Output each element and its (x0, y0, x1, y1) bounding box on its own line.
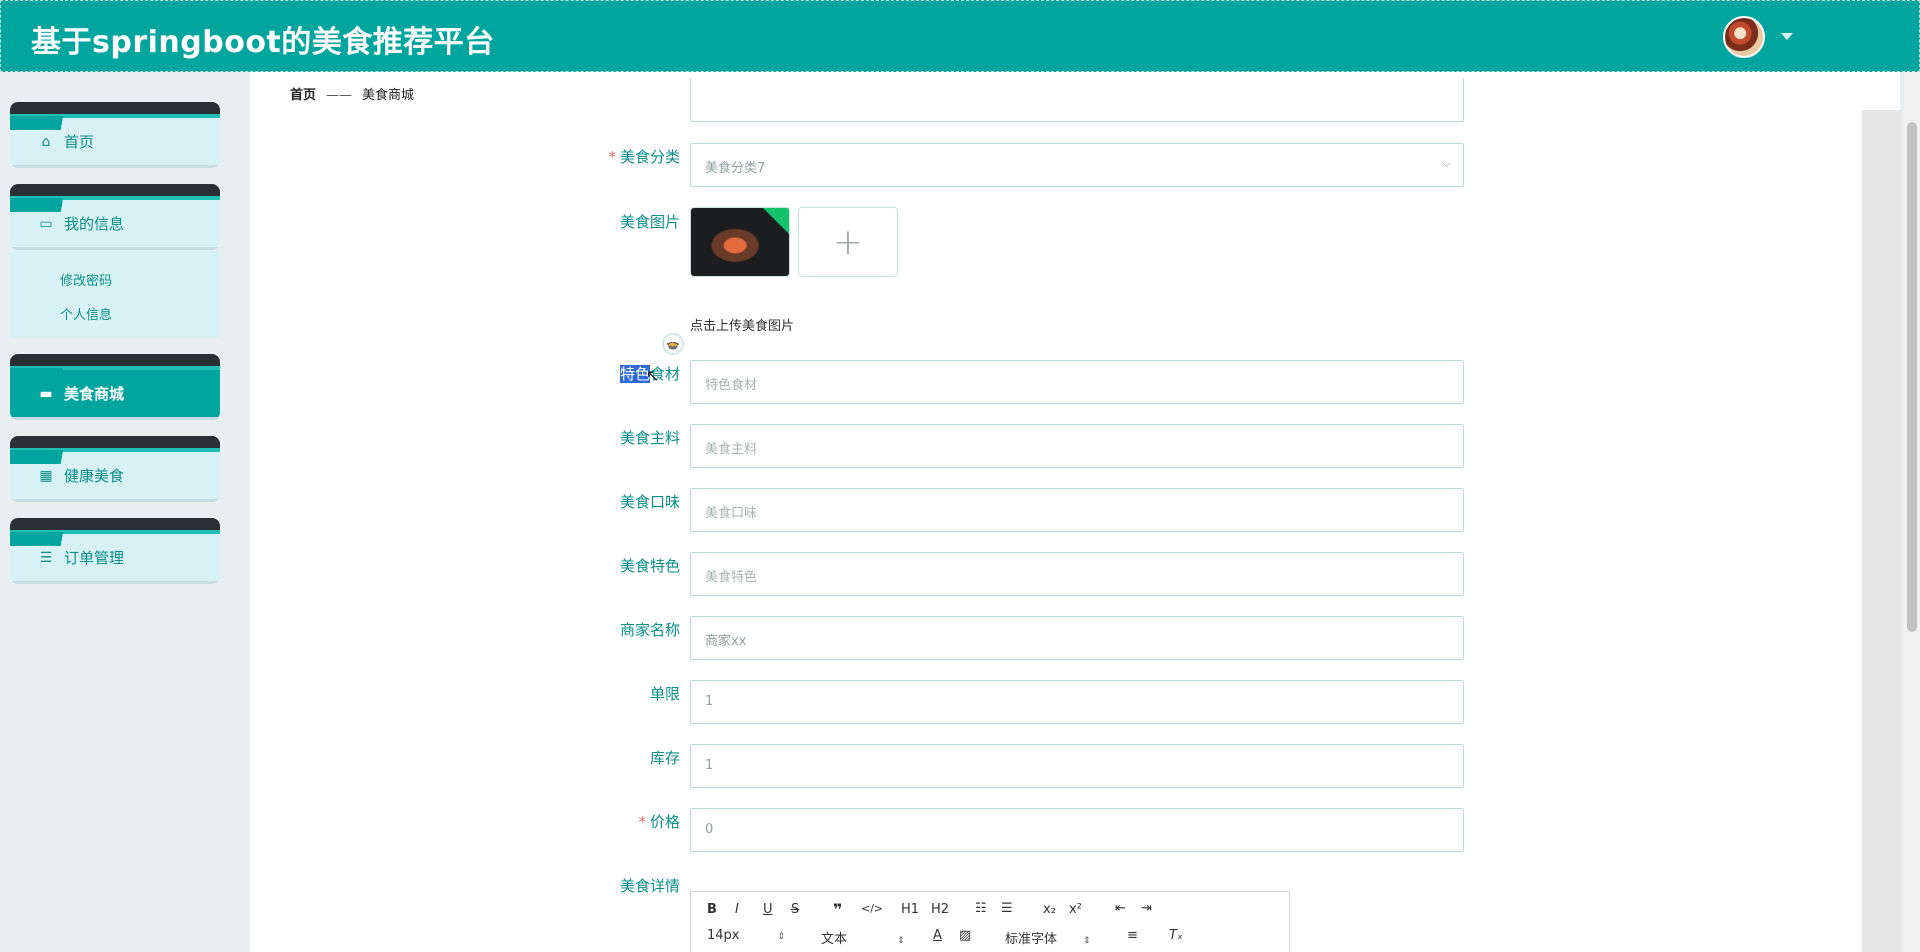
subscript-icon[interactable]: x₂ (1043, 902, 1056, 917)
user-avatar[interactable] (1723, 16, 1765, 58)
sidebar-item-healthy-food[interactable]: ▦ 健康美食 (10, 436, 220, 502)
home-icon: ⌂ (41, 133, 51, 150)
sidebar-item-label: 美食商城 (64, 385, 125, 403)
app-title: 基于springboot的美食推荐平台 (31, 25, 495, 60)
breadcrumb: 首页 —— 美食商城 (290, 84, 414, 103)
image-label: 美食图片 (619, 213, 680, 231)
breadcrumb-separator: —— (326, 88, 353, 103)
chevron-down-icon: ⌵ (1441, 156, 1451, 170)
monitor-icon: ▬ (39, 385, 53, 402)
upload-hint: 点击上传美食图片 (690, 319, 795, 334)
superscript-icon[interactable]: x² (1069, 902, 1082, 917)
h1-button[interactable]: H1 (901, 902, 919, 917)
h2-button[interactable]: H2 (931, 902, 949, 917)
sidebar: ⌂ 首页 ▭ 我的信息 (0, 72, 230, 952)
submenu-my-info: 修改密码 个人信息 (10, 250, 220, 338)
text-type-select[interactable]: 文本 ⇕ (821, 928, 905, 947)
top-header: 基于springboot的美食推荐平台 (0, 0, 1920, 72)
taste-input[interactable]: 美食口味 (690, 488, 1464, 532)
italic-button[interactable]: I (735, 902, 739, 917)
ingredient-label: 特色食材 (619, 365, 680, 383)
stock-input[interactable]: 1 (690, 744, 1464, 788)
sidebar-item-label: 订单管理 (64, 549, 125, 567)
list-icon: ☰ (39, 549, 53, 566)
price-label: * 价格 (638, 813, 680, 831)
mouse-cursor-icon: ↖ (646, 366, 660, 385)
category-select[interactable]: 美食分类7 ⌵ (690, 143, 1464, 187)
sidebar-item-label: 我的信息 (64, 215, 125, 233)
food-bowl-icon[interactable]: 🍲 (662, 333, 684, 355)
submenu-item-profile[interactable]: 个人信息 (60, 304, 112, 323)
page-scrollbar[interactable] (1904, 72, 1920, 952)
font-color-icon[interactable]: A (933, 928, 942, 943)
content-edge (1862, 110, 1902, 952)
plus-icon: + (832, 221, 864, 263)
card-icon: ▭ (39, 215, 53, 232)
limit-label: 单限 (649, 685, 680, 703)
upload-add-button[interactable]: + (798, 207, 898, 277)
bold-button[interactable]: B (707, 902, 717, 917)
font-size-select[interactable]: 14px ⇕ (707, 928, 785, 943)
stock-label: 库存 (649, 749, 680, 767)
partial-field[interactable] (690, 78, 1464, 122)
category-label: * 美食分类 (608, 148, 680, 166)
strike-button[interactable]: S (791, 902, 799, 917)
breadcrumb-current: 美食商城 (362, 88, 415, 103)
scrollbar-thumb[interactable] (1907, 122, 1917, 632)
rich-text-editor[interactable]: B I U S ❞ </> H1 H2 ☷ ☰ x₂ x² ⇤ ⇥ 14px ⇕ … (690, 891, 1290, 952)
main-ingredient-input[interactable]: 美食主料 (690, 424, 1464, 468)
clear-format-icon[interactable]: Tₓ (1169, 928, 1183, 943)
submenu-item-change-password[interactable]: 修改密码 (60, 270, 112, 289)
taste-label: 美食口味 (619, 493, 680, 511)
quote-button[interactable]: ❞ (833, 900, 842, 919)
limit-input[interactable]: 1 (690, 680, 1464, 724)
merchant-input[interactable]: 商家xx (690, 616, 1464, 660)
sidebar-item-orders[interactable]: ☰ 订单管理 (10, 518, 220, 584)
code-button[interactable]: </> (861, 902, 883, 915)
sidebar-item-my-info[interactable]: ▭ 我的信息 (10, 184, 220, 250)
sidebar-item-label: 首页 (64, 133, 95, 151)
ordered-list-icon[interactable]: ☷ (975, 901, 987, 916)
align-icon[interactable]: ≡ (1127, 928, 1138, 943)
feature-label: 美食特色 (619, 557, 680, 575)
breadcrumb-home[interactable]: 首页 (290, 88, 316, 103)
feature-input[interactable]: 美食特色 (690, 552, 1464, 596)
bullet-list-icon[interactable]: ☰ (1001, 901, 1013, 916)
sidebar-item-home[interactable]: ⌂ 首页 (10, 102, 220, 168)
sidebar-item-label: 健康美食 (64, 467, 125, 485)
background-color-icon[interactable]: ▨ (959, 928, 971, 943)
main-ingredient-label: 美食主料 (619, 429, 680, 447)
outdent-icon[interactable]: ⇤ (1115, 901, 1126, 916)
underline-button[interactable]: U (763, 902, 773, 917)
ingredient-input[interactable]: 特色食材 (690, 360, 1464, 404)
grid-icon: ▦ (39, 467, 53, 484)
chevron-down-icon[interactable] (1781, 33, 1793, 40)
uploaded-food-image[interactable] (690, 207, 790, 277)
merchant-label: 商家名称 (619, 621, 680, 639)
sidebar-item-food-mall[interactable]: ▬ 美食商城 (10, 354, 220, 420)
font-family-select[interactable]: 标准字体 ⇕ (1005, 928, 1091, 947)
indent-icon[interactable]: ⇥ (1141, 901, 1152, 916)
price-input[interactable]: 0 (690, 808, 1464, 852)
detail-label: 美食详情 (619, 877, 680, 895)
